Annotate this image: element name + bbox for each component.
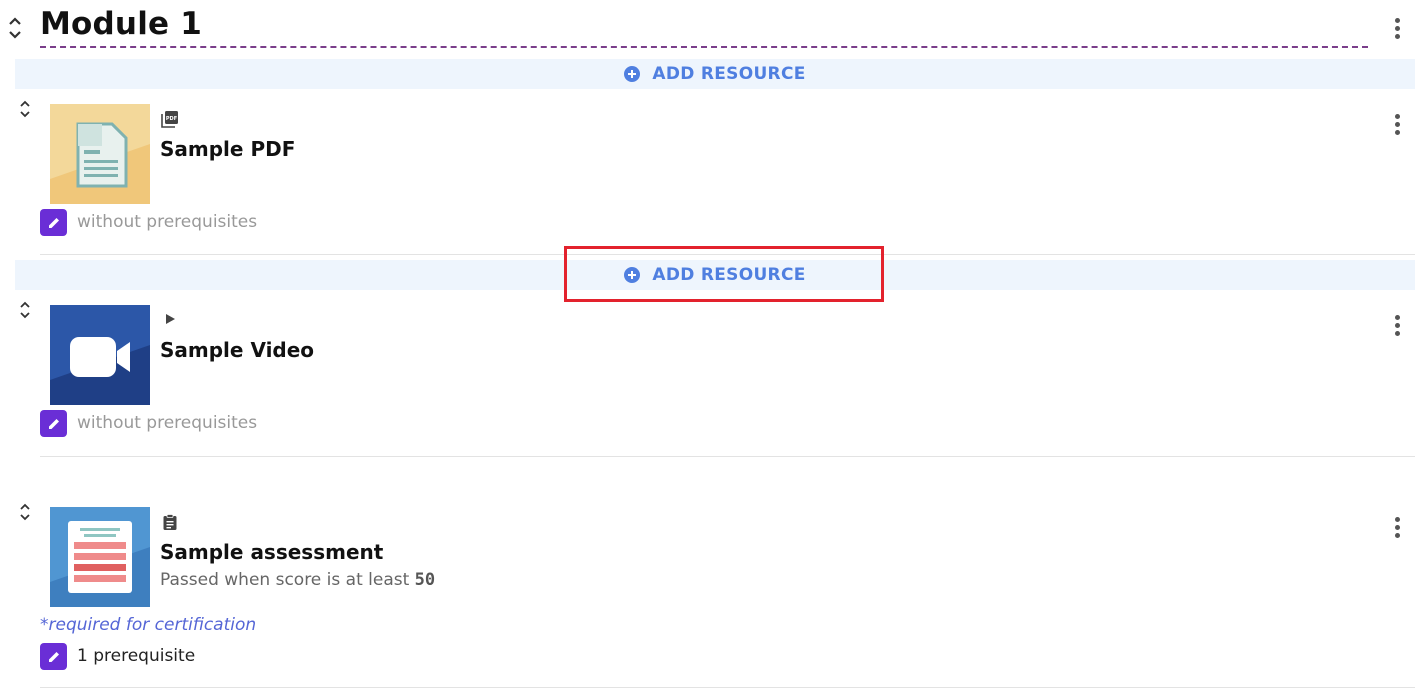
divider <box>40 456 1415 457</box>
module-title: Module 1 <box>40 6 203 42</box>
certification-note: *required for certification <box>40 615 257 635</box>
passing-score-value: 50 <box>414 570 436 590</box>
play-icon <box>163 312 181 330</box>
resource-more-options-button[interactable] <box>1387 109 1407 139</box>
edit-prerequisites-button[interactable] <box>40 209 67 236</box>
pencil-icon <box>48 418 59 429</box>
passing-score-text: Passed when score is at least 50 <box>160 570 435 590</box>
divider <box>40 687 1415 688</box>
prerequisites-text: without prerequisites <box>77 413 258 433</box>
pdf-icon: PDF <box>161 110 179 128</box>
module-more-options-button[interactable] <box>1387 13 1407 43</box>
chevron-up-down-icon <box>20 503 30 521</box>
resource-reorder-toggle[interactable] <box>18 502 32 524</box>
document-icon <box>50 104 150 204</box>
add-resource-label: ADD RESOURCE <box>652 265 806 285</box>
pencil-icon <box>48 651 59 662</box>
add-resource-button[interactable]: ADD RESOURCE <box>15 260 1415 290</box>
clipboard-icon <box>161 513 179 531</box>
prerequisites-text: without prerequisites <box>77 212 258 232</box>
pencil-icon <box>48 217 59 228</box>
svg-text:PDF: PDF <box>166 116 177 122</box>
video-thumbnail <box>50 305 150 405</box>
video-camera-icon <box>50 305 150 405</box>
resource-reorder-toggle[interactable] <box>18 300 32 322</box>
chevron-up-down-icon <box>20 301 30 319</box>
form-icon <box>50 507 150 607</box>
resource-more-options-button[interactable] <box>1387 310 1407 340</box>
passing-score-prefix: Passed when score is at least <box>160 570 410 590</box>
resource-title[interactable]: Sample assessment <box>160 540 383 564</box>
resource-title[interactable]: Sample Video <box>160 338 314 362</box>
resource-reorder-toggle[interactable] <box>18 99 32 121</box>
module-title-underline <box>40 46 1368 48</box>
resource-more-options-button[interactable] <box>1387 512 1407 542</box>
assessment-thumbnail <box>50 507 150 607</box>
chevron-up-down-icon <box>20 100 30 118</box>
add-resource-button[interactable]: ADD RESOURCE <box>15 59 1415 89</box>
prerequisites-text: 1 prerequisite <box>77 646 196 666</box>
pdf-thumbnail <box>50 104 150 204</box>
edit-prerequisites-button[interactable] <box>40 643 67 670</box>
edit-prerequisites-button[interactable] <box>40 410 67 437</box>
add-circle-icon <box>624 66 641 82</box>
module-collapse-toggle[interactable] <box>6 14 24 42</box>
add-resource-label: ADD RESOURCE <box>652 64 806 84</box>
resource-title[interactable]: Sample PDF <box>160 137 295 161</box>
chevron-up-down-icon <box>9 17 21 39</box>
add-circle-icon <box>624 267 641 283</box>
divider <box>40 254 1415 255</box>
